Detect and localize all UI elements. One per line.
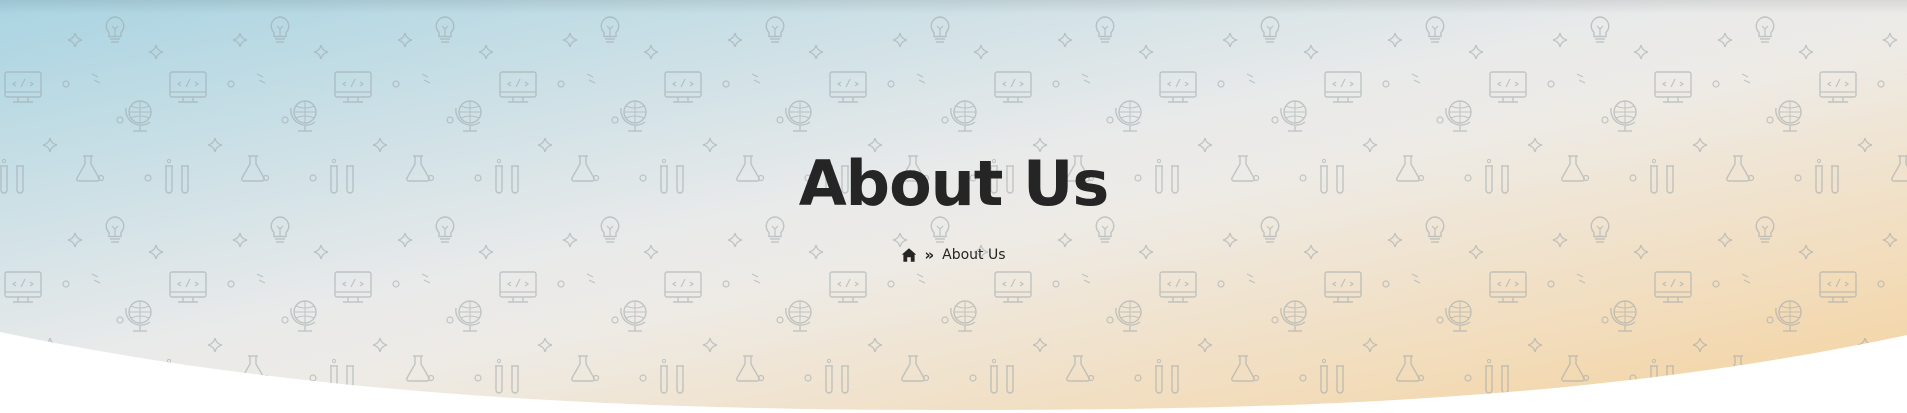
home-icon[interactable] [901,247,917,263]
page-title: About Us [798,147,1110,220]
page-hero: About Us » About Us [0,0,1907,413]
breadcrumb-current: About Us [942,247,1006,263]
breadcrumb-separator: » [924,246,935,264]
breadcrumb: » About Us [0,246,1907,264]
